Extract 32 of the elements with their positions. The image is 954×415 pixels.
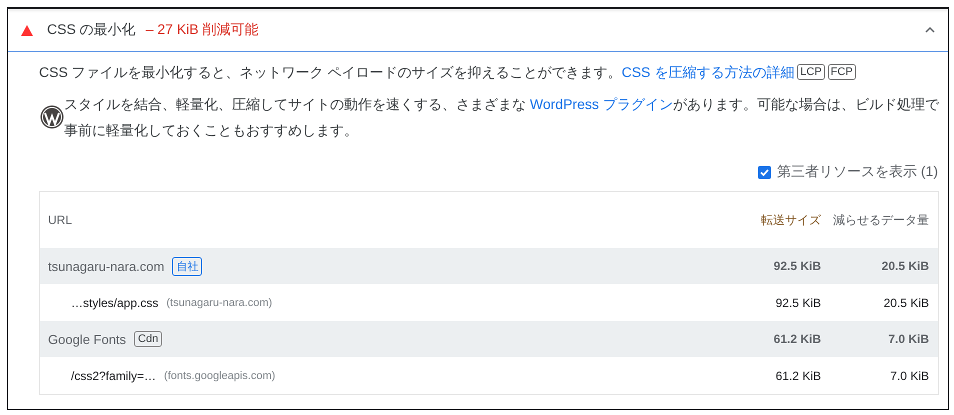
- audit-title: CSS の最小化: [47, 21, 136, 39]
- savings-size: 7.0 KiB: [887, 331, 929, 348]
- transfer-size: 92.5 KiB: [774, 294, 821, 312]
- transfer-size: 61.2 KiB: [772, 331, 821, 348]
- entity-name: Google Fonts: [48, 332, 126, 346]
- resource-host: (tsunagaru-nara.com): [166, 296, 272, 308]
- checkbox-label: 第三者リソースを表示 (1): [777, 163, 938, 181]
- savings-size: 7.0 KiB: [889, 368, 929, 384]
- stack-pack-text: スタイルを結合、軽量化、圧縮してサイトの動作を速くする、さまざまな WordPress プラグインがあります。可能な場合は、ビルド処理で事前に軽量化しておくこともおすすめします。: [64, 95, 939, 140]
- warning-triangle-icon: [21, 24, 33, 36]
- wordpress-logo-icon: [40, 105, 64, 129]
- savings-size: 20.5 KiB: [882, 294, 929, 312]
- plugin-link[interactable]: WordPress プラグイン: [530, 96, 673, 112]
- resource-url: /css2?family=…: [71, 368, 156, 382]
- savings-text: – 27 KiB 削減可能: [146, 21, 259, 39]
- entity-badge: Cdn: [134, 331, 162, 347]
- description-text: CSS ファイルを最小化すると、ネットワーク ペイロードのサイズを抑えることができます。: [39, 63, 622, 82]
- checkbox[interactable]: [758, 166, 771, 178]
- resource-url: …styles/app.css: [71, 296, 158, 310]
- column-header: 転送サイズ: [760, 212, 821, 229]
- savings-size: 20.5 KiB: [880, 258, 929, 275]
- metric-tag: LCP: [797, 64, 825, 80]
- column-header: 減らせるデータ量: [832, 212, 929, 229]
- chevron-up-icon[interactable]: [924, 26, 936, 34]
- transfer-size: 92.5 KiB: [772, 258, 821, 275]
- entity-name: tsunagaru-nara.com: [48, 258, 164, 274]
- resource-host: (fonts.googleapis.com): [164, 370, 276, 382]
- entity-badge: 自社: [172, 256, 202, 276]
- transfer-size: 61.2 KiB: [774, 368, 821, 384]
- column-header: URL: [48, 213, 74, 227]
- learn-more-link[interactable]: CSS を圧縮する方法の詳細: [622, 61, 794, 83]
- metric-tag: FCP: [828, 64, 856, 80]
